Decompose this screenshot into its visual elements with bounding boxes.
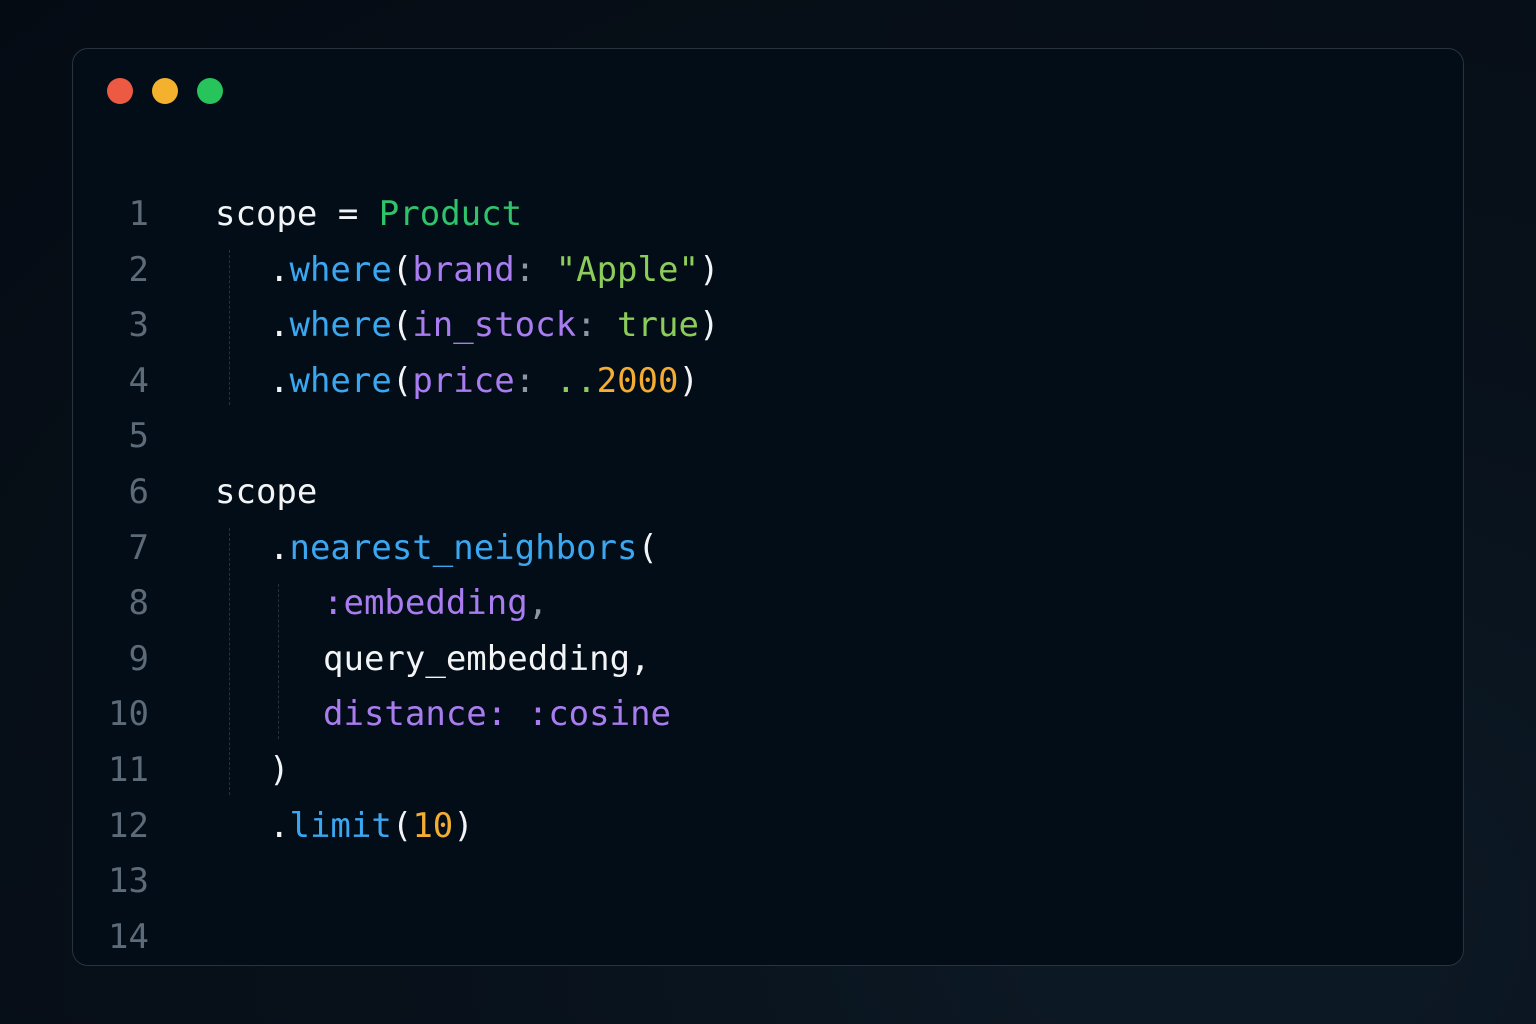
code-token: ( <box>391 805 413 846</box>
close-button[interactable] <box>107 78 133 104</box>
line-number: 5 <box>128 416 149 457</box>
code-token: . <box>269 360 290 401</box>
code-token: , <box>527 583 549 624</box>
code-token: = <box>317 194 379 234</box>
code-line: 8 :embedding, <box>73 576 1463 632</box>
code-line: 7 .nearest_neighbors( <box>73 521 1463 577</box>
code-token: Product <box>378 194 523 234</box>
code-token: brand <box>412 249 515 290</box>
code-token: where <box>289 360 392 401</box>
line-number: 3 <box>128 305 149 346</box>
line-number: 9 <box>128 638 149 679</box>
code-line: 2 .where(brand: "Apple") <box>73 243 1463 299</box>
code-token: ( <box>391 305 413 346</box>
line-number: 1 <box>128 194 149 234</box>
code-token: ) <box>453 805 474 846</box>
code-token: ( <box>391 249 413 290</box>
line-number: 13 <box>108 861 149 902</box>
code-token: "Apple" <box>555 249 699 290</box>
line-number: 8 <box>128 583 149 624</box>
window-controls <box>107 78 223 104</box>
code-token: distance <box>323 694 487 735</box>
code-line: 14 <box>73 910 1463 966</box>
code-token: ( <box>391 360 413 401</box>
minimize-button[interactable] <box>152 78 178 104</box>
code-token: where <box>289 249 392 290</box>
code-token: where <box>289 305 392 346</box>
line-number: 6 <box>128 471 149 512</box>
code-line: 5 <box>73 409 1463 465</box>
code-token: . <box>269 305 290 346</box>
line-number: 2 <box>128 249 149 290</box>
line-content: .where(in_stock: true) <box>269 298 719 354</box>
code-token: ) <box>698 305 720 346</box>
code-token: ( <box>637 527 658 568</box>
line-number: 7 <box>128 527 149 568</box>
line-number: 4 <box>128 360 149 401</box>
code-token: ) <box>269 749 290 790</box>
code-token: limit <box>289 805 392 846</box>
code-token: nearest_neighbors <box>289 527 638 568</box>
code-line: 10 distance: :cosine <box>73 687 1463 743</box>
code-line: 12 .limit(10) <box>73 799 1463 855</box>
code-token: : <box>576 305 618 346</box>
code-token: price <box>412 360 515 401</box>
code-editor[interactable]: 1 scope = Product 2 .where(brand: "Apple") 3… <box>73 187 1463 965</box>
line-number: 14 <box>108 916 149 957</box>
code-token: : <box>514 360 556 401</box>
code-token: scope <box>215 194 318 234</box>
code-token: :cosine <box>527 694 672 735</box>
line-content: .nearest_neighbors( <box>269 521 658 577</box>
code-token: ) <box>678 360 699 401</box>
code-line: 13 <box>73 854 1463 910</box>
code-line: 6 scope <box>73 465 1463 521</box>
code-line: 9 query_embedding, <box>73 632 1463 688</box>
code-token: true <box>617 305 699 346</box>
maximize-button[interactable] <box>197 78 223 104</box>
line-content: ) <box>269 743 289 799</box>
code-token: : <box>514 249 556 290</box>
code-token: . <box>269 805 290 846</box>
code-token: 2000 <box>596 360 679 401</box>
line-number: 11 <box>108 749 149 790</box>
line-content: :embedding, <box>323 576 548 632</box>
code-token: :embedding <box>323 583 528 624</box>
code-token: ) <box>698 249 720 290</box>
line-number: 12 <box>108 805 149 846</box>
code-line: 11) <box>73 743 1463 799</box>
code-token: .. <box>555 360 597 401</box>
code-token: : <box>486 694 528 735</box>
code-line: 3 .where(in_stock: true) <box>73 298 1463 354</box>
code-line: 1 scope = Product <box>73 187 1463 243</box>
code-token: , <box>630 638 651 679</box>
code-token: scope <box>215 471 318 512</box>
code-token: in_stock <box>412 305 577 346</box>
line-content: .limit(10) <box>269 799 474 855</box>
code-token: . <box>269 527 290 568</box>
code-token: 10 <box>412 805 454 846</box>
line-number: 10 <box>108 694 149 735</box>
code-token: query_embedding <box>323 638 631 679</box>
code-window: 1 scope = Product 2 .where(brand: "Apple") 3… <box>72 48 1464 966</box>
line-content: distance: :cosine <box>323 687 671 743</box>
line-content: .where(brand: "Apple") <box>269 243 719 299</box>
line-content: scope <box>215 465 317 521</box>
code-line: 4 .where(price: ..2000) <box>73 354 1463 410</box>
line-content: .where(price: ..2000) <box>269 354 699 410</box>
code-token: . <box>269 249 290 290</box>
line-content: scope = Product <box>215 187 522 243</box>
line-content: query_embedding, <box>323 632 651 688</box>
